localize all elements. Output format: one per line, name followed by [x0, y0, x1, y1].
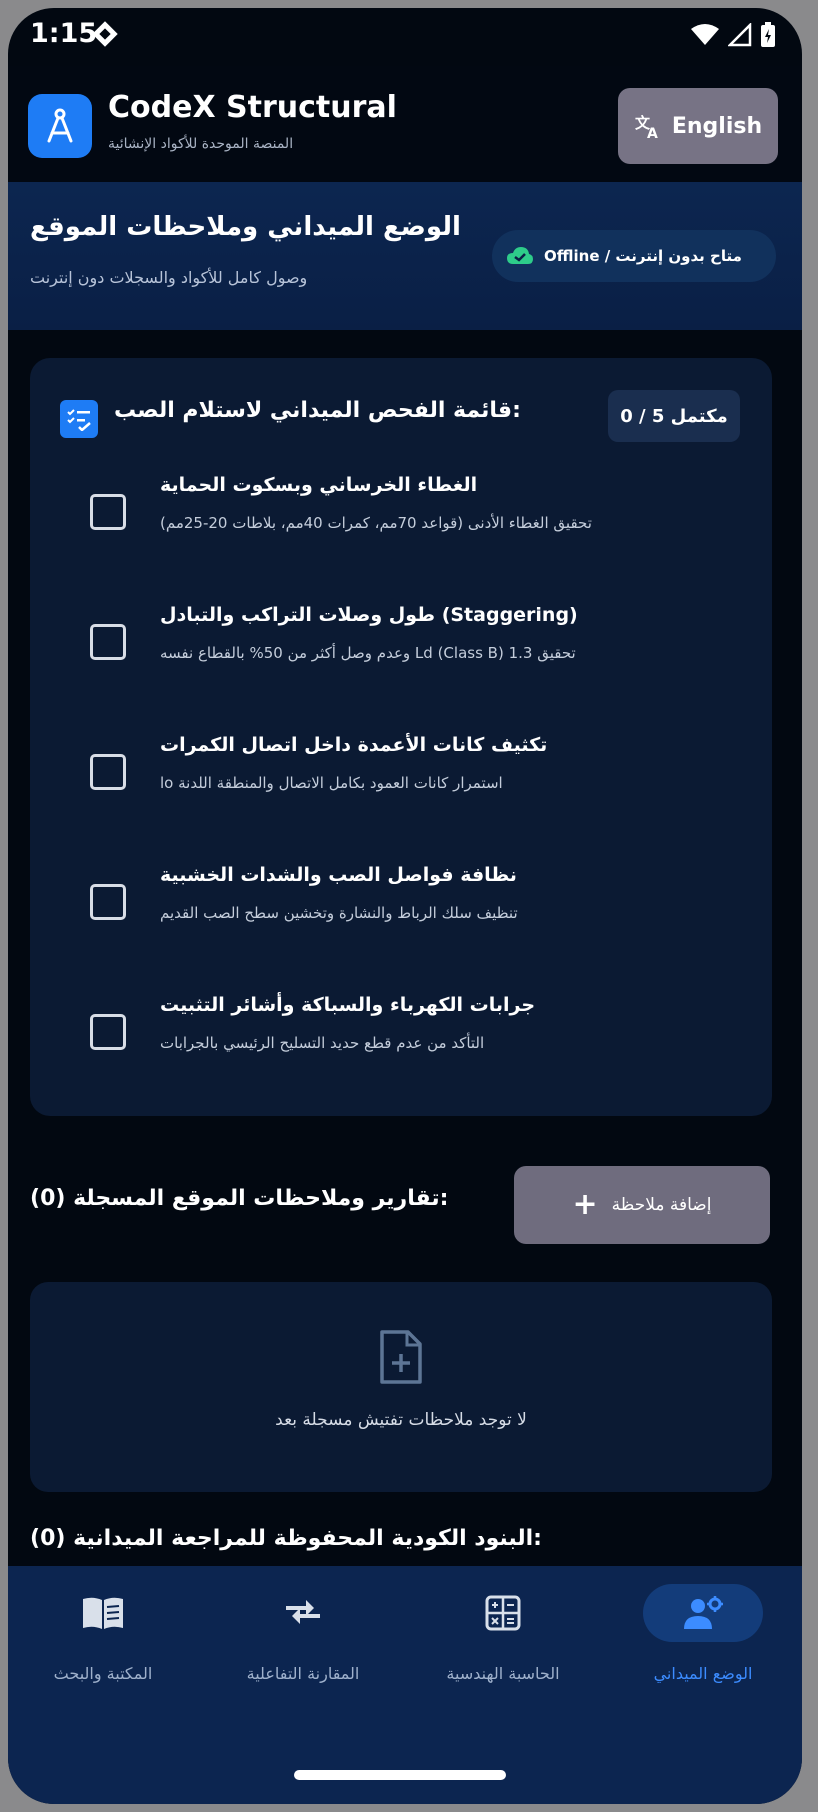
checklist-item-title: تكثيف كانات الأعمدة داخل اتصال الكمرات	[160, 734, 548, 756]
checklist-item[interactable]: الغطاء الخرساني وبسكوت الحماية تحقيق الغ…	[30, 462, 772, 572]
sim-icon	[92, 21, 118, 47]
field-engineer-icon	[684, 1596, 723, 1629]
add-note-label: إضافة ملاحظة	[611, 1195, 712, 1215]
translate-icon: 文 A	[635, 114, 658, 140]
app-logo	[28, 94, 92, 158]
cloud-done-icon	[507, 247, 533, 264]
checklist-item-desc: التأكد من عدم قطع حديد التسليح الرئيسي ب…	[160, 1034, 485, 1052]
book-icon	[83, 1597, 123, 1629]
checklist-item[interactable]: تكثيف كانات الأعمدة داخل اتصال الكمرات l…	[30, 722, 772, 832]
offline-badge-label: Offline / متاح بدون إنترنت	[544, 247, 742, 265]
nav-library[interactable]: المكتبة والبحث	[8, 1584, 198, 1704]
checklist-item-title: نظافة فواصل الصب والشدات الخشبية	[160, 864, 517, 886]
svg-text:A: A	[647, 126, 658, 140]
calculator-icon	[485, 1595, 521, 1631]
checkbox[interactable]	[90, 624, 126, 660]
home-indicator[interactable]	[294, 1770, 506, 1780]
banner-title: الوضع الميداني وملاحظات الموقع	[30, 212, 461, 242]
status-bar: 1:15	[8, 8, 802, 66]
field-mode-banner: الوضع الميداني وملاحظات الموقع وصول كامل…	[8, 182, 802, 330]
system-icons	[690, 22, 776, 48]
checklist-title: قائمة الفحص الميداني لاستلام الصب:	[114, 398, 521, 423]
app-title: CodeX Structural	[108, 90, 397, 125]
wifi-icon	[691, 24, 719, 45]
empty-notes-card: لا توجد ملاحظات تفتيش مسجلة بعد	[30, 1282, 772, 1492]
checklist-item-title: جرابات الكهرباء والسباكة وأشائر التثبيت	[160, 994, 536, 1016]
nav-label: المكتبة والبحث	[53, 1664, 153, 1683]
nav-label: الحاسبة الهندسية	[446, 1664, 560, 1683]
checklist-item-desc: lo استمرار كانات العمود بكامل الاتصال وا…	[160, 774, 503, 792]
add-file-icon	[380, 1330, 422, 1384]
banner-subtitle: وصول كامل للأكواد والسجلات دون إنترنت	[30, 268, 308, 287]
status-time: 1:15	[30, 18, 98, 49]
checklist-item[interactable]: جرابات الكهرباء والسباكة وأشائر التثبيت …	[30, 982, 772, 1092]
nav-label: الوضع الميداني	[653, 1664, 753, 1683]
add-note-button[interactable]: + إضافة ملاحظة	[514, 1166, 770, 1244]
offline-badge: Offline / متاح بدون إنترنت	[492, 230, 776, 282]
checklist-item-desc: تنظيف سلك الرباط والنشارة وتخشين سطح الص…	[160, 904, 518, 922]
checklist-item-desc: وعدم وصل أكثر من 50% بالقطاع نفسه Ld (Cl…	[160, 644, 576, 662]
app-header: CodeX Structural المنصة الموحدة للأكواد …	[8, 66, 802, 182]
language-toggle-button[interactable]: 文 A English	[618, 88, 778, 164]
nav-compare[interactable]: المقارنة التفاعلية	[208, 1584, 398, 1704]
checkbox[interactable]	[90, 754, 126, 790]
plus-icon: +	[572, 1187, 598, 1222]
bottom-navigation: المكتبة والبحث المقارنة التفاعلية الحاسب…	[8, 1566, 802, 1804]
nav-field-mode[interactable]: الوضع الميداني	[608, 1584, 798, 1704]
nav-label: المقارنة التفاعلية	[246, 1664, 360, 1683]
checklist-item[interactable]: نظافة فواصل الصب والشدات الخشبية تنظيف س…	[30, 852, 772, 962]
signal-icon	[728, 23, 752, 47]
checklist-item-desc: تحقيق الغطاء الأدنى (قواعد 70مم، كمرات 4…	[160, 514, 592, 532]
app-subtitle: المنصة الموحدة للأكواد الإنشائية	[108, 136, 294, 152]
checkbox[interactable]	[90, 494, 126, 530]
compare-arrows-icon	[286, 1600, 320, 1624]
phone-screen: 1:15 CodeX Structural المنصة الموحدة للأ…	[8, 8, 802, 1804]
site-notes-title: تقارير وملاحظات الموقع المسجلة (0):	[30, 1186, 449, 1211]
compass-icon	[47, 108, 73, 143]
checkbox[interactable]	[90, 1014, 126, 1050]
checklist-progress-badge: مكتمل 5 / 0	[608, 390, 740, 442]
saved-clauses-title: البنود الكودية المحفوظة للمراجعة الميدان…	[30, 1526, 542, 1551]
field-checklist-card: قائمة الفحص الميداني لاستلام الصب: مكتمل…	[30, 358, 772, 1116]
empty-notes-text: لا توجد ملاحظات تفتيش مسجلة بعد	[275, 1410, 527, 1430]
checklist-item[interactable]: طول وصلات التراكب والتبادل (Staggering) …	[30, 592, 772, 702]
checklist-icon	[60, 400, 98, 438]
nav-calculator[interactable]: الحاسبة الهندسية	[408, 1584, 598, 1704]
checklist-item-title: طول وصلات التراكب والتبادل (Staggering)	[160, 604, 578, 626]
battery-icon	[761, 22, 775, 47]
language-button-label: English	[671, 113, 763, 139]
checklist-item-title: الغطاء الخرساني وبسكوت الحماية	[160, 474, 478, 496]
checkbox[interactable]	[90, 884, 126, 920]
main-content[interactable]: قائمة الفحص الميداني لاستلام الصب: مكتمل…	[8, 330, 802, 1566]
